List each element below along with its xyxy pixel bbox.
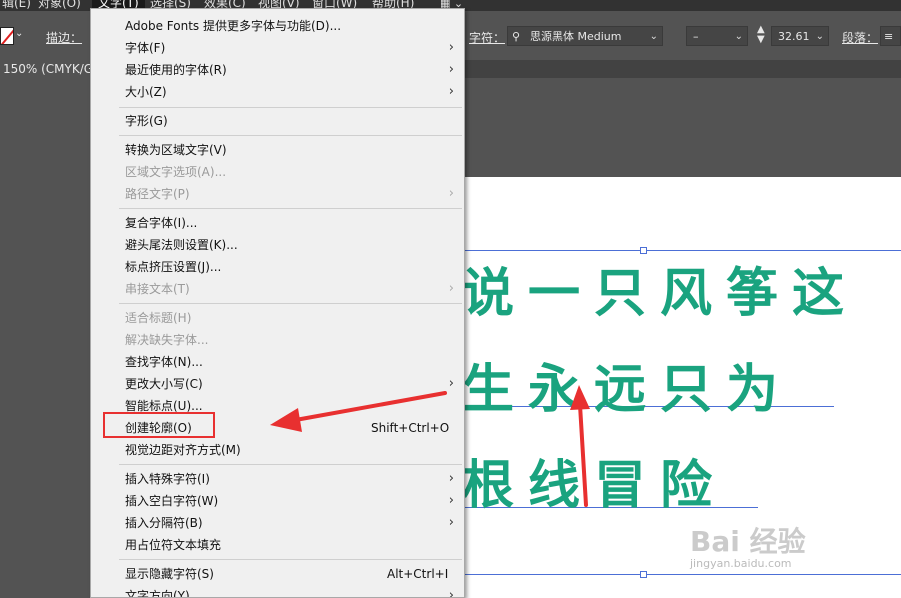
annotation-arrows (270, 385, 590, 507)
annotation-arrow-left (270, 391, 447, 432)
annotation-arrow-up (570, 385, 590, 507)
